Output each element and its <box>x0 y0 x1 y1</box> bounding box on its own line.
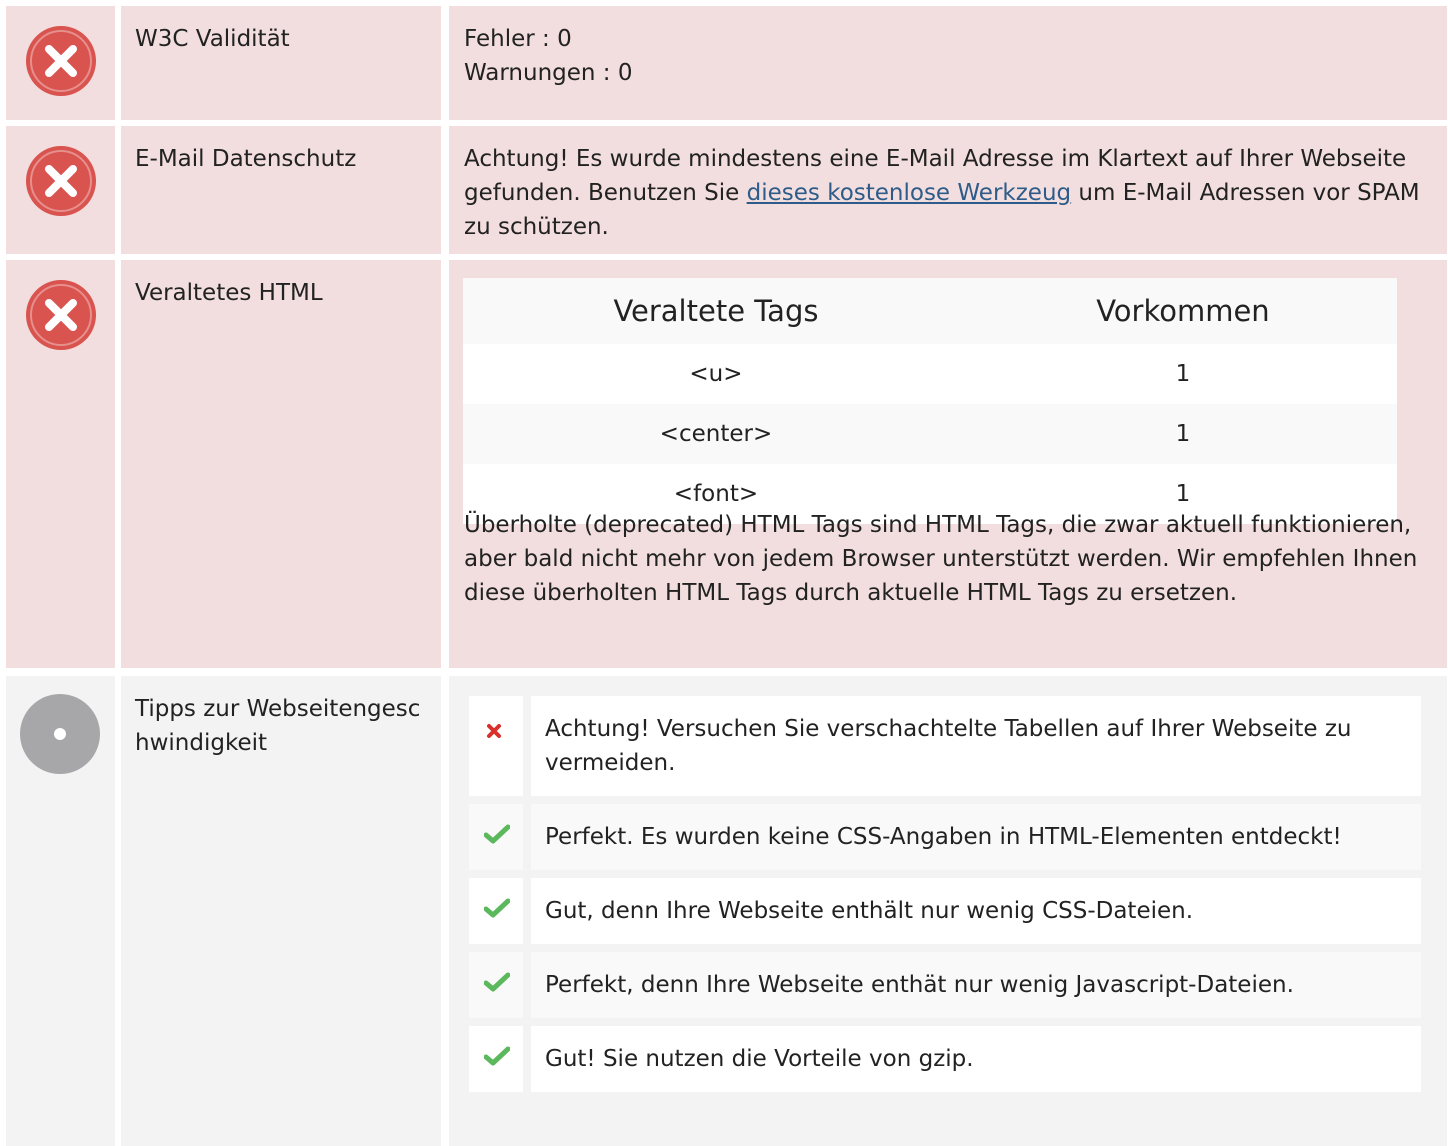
status-cell <box>6 676 115 1146</box>
warnings-count: Warnungen : 0 <box>464 60 633 86</box>
deprecated-description: Überholte (deprecated) HTML Tags sind HT… <box>464 512 1418 606</box>
column-header-tags: Veraltete Tags <box>463 278 969 344</box>
status-cell <box>6 126 115 254</box>
tip-icon-cell <box>469 1026 523 1092</box>
free-tool-link[interactable]: dieses kostenlose Werkzeug <box>747 180 1072 206</box>
column-header-count: Vorkommen <box>968 278 1397 344</box>
list-item: Gut! Sie nutzen die Vorteile von gzip. <box>469 1026 1421 1092</box>
table-row: <u> 1 <box>463 344 1397 404</box>
tag-cell: <center> <box>463 404 969 464</box>
row-label: Veraltetes HTML <box>121 260 441 668</box>
table-header-row: Veraltete Tags Vorkommen <box>463 278 1397 344</box>
list-item: Perfekt. Es wurden keine CSS-Angaben in … <box>469 804 1421 870</box>
row-w3c-validity: W3C Validität Fehler : 0 Warnungen : 0 <box>0 6 1448 120</box>
row-label: E-Mail Datenschutz <box>121 126 441 254</box>
count-cell: 1 <box>968 344 1397 404</box>
seo-report: W3C Validität Fehler : 0 Warnungen : 0 E… <box>0 0 1448 1146</box>
error-circle-icon <box>26 26 96 96</box>
status-cell <box>6 260 115 668</box>
row-deprecated-html: Veraltetes HTML Veraltete Tags Vorkommen… <box>0 260 1448 668</box>
tip-text: Perfekt, denn Ihre Webseite enthät nur w… <box>531 952 1421 1018</box>
count-cell: 1 <box>968 404 1397 464</box>
check-icon <box>484 972 510 992</box>
deprecated-tags-table: Veraltete Tags Vorkommen <u> 1 <center> … <box>463 278 1397 524</box>
list-item: Gut, denn Ihre Webseite enthält nur weni… <box>469 878 1421 944</box>
row-content: Fehler : 0 Warnungen : 0 <box>449 6 1447 120</box>
tip-icon-cell <box>469 952 523 1018</box>
tip-text: Gut, denn Ihre Webseite enthält nur weni… <box>531 878 1421 944</box>
status-cell <box>6 6 115 120</box>
row-label: W3C Validität <box>121 6 441 120</box>
row-content: Achtung! Versuchen Sie verschachtelte Ta… <box>449 676 1447 1146</box>
tip-icon-cell <box>469 878 523 944</box>
list-item: Achtung! Versuchen Sie verschachtelte Ta… <box>469 696 1421 796</box>
row-label: Tipps zur Webseitengeschwindigkeit <box>121 676 441 1146</box>
row-content: Achtung! Es wurde mindestens eine E-Mail… <box>449 126 1447 254</box>
tag-cell: <u> <box>463 344 969 404</box>
tips-list: Achtung! Versuchen Sie verschachtelte Ta… <box>469 696 1421 1100</box>
table-row: <center> 1 <box>463 404 1397 464</box>
error-circle-icon <box>26 280 96 350</box>
cross-icon <box>487 724 501 738</box>
tip-text: Achtung! Versuchen Sie verschachtelte Ta… <box>531 696 1421 796</box>
tip-icon-cell <box>469 696 523 796</box>
errors-count: Fehler : 0 <box>464 26 572 52</box>
row-speed-tips: Tipps zur Webseitengeschwindigkeit Achtu… <box>0 676 1448 1146</box>
check-icon <box>484 1046 510 1066</box>
neutral-circle-icon <box>20 694 100 774</box>
check-icon <box>484 824 510 844</box>
tip-text: Gut! Sie nutzen die Vorteile von gzip. <box>531 1026 1421 1092</box>
row-content: Veraltete Tags Vorkommen <u> 1 <center> … <box>449 260 1447 668</box>
row-email-privacy: E-Mail Datenschutz Achtung! Es wurde min… <box>0 126 1448 254</box>
tip-text: Perfekt. Es wurden keine CSS-Angaben in … <box>531 804 1421 870</box>
error-circle-icon <box>26 146 96 216</box>
list-item: Perfekt, denn Ihre Webseite enthät nur w… <box>469 952 1421 1018</box>
tip-icon-cell <box>469 804 523 870</box>
check-icon <box>484 898 510 918</box>
